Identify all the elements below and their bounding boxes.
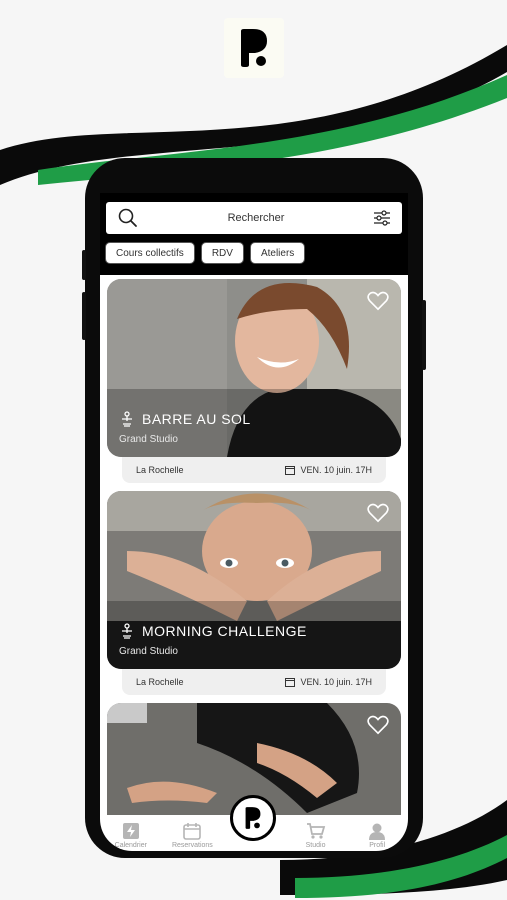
cart-icon <box>306 823 325 839</box>
brand-logo-icon <box>241 29 267 67</box>
course-date: VEN. 10 juin. 17H <box>300 677 372 687</box>
phone-side-button <box>82 250 86 280</box>
tab-label: Calendrier <box>114 842 147 849</box>
course-title: BARRE AU SOL <box>142 411 251 427</box>
tab-label: Reservations <box>171 842 213 849</box>
favorite-heart-icon[interactable] <box>367 291 389 311</box>
course-card-image[interactable]: BARRE AU SOL Grand Studio <box>107 279 401 457</box>
course-info-bar: La Rochelle VEN. 10 juin. 17H <box>122 669 386 695</box>
tab-studio[interactable]: Studio <box>290 822 342 849</box>
brand-logo-icon <box>245 807 261 829</box>
course-date: VEN. 10 juin. 17H <box>300 465 372 475</box>
search-bar[interactable]: Rechercher <box>106 202 402 234</box>
phone-side-button <box>422 300 426 370</box>
filter-chip-ateliers[interactable]: Ateliers <box>249 242 306 264</box>
course-photo <box>107 491 401 669</box>
course-studio: Grand Studio <box>119 646 178 657</box>
bottom-tab-bar: Calendrier Reservations Studio Profil <box>100 795 408 851</box>
yoga-pose-icon <box>122 623 132 639</box>
user-icon <box>369 823 386 840</box>
app-screen: Rechercher Cours collectifs RDV Ateliers <box>100 193 408 851</box>
search-input[interactable]: Rechercher <box>140 212 372 224</box>
phone-side-button <box>82 292 86 340</box>
filter-chips: Cours collectifs RDV Ateliers <box>105 242 306 264</box>
filter-settings-icon[interactable] <box>372 208 392 228</box>
course-card[interactable]: MORNING CHALLENGE Grand Studio La Rochel… <box>107 491 401 695</box>
course-title-row: BARRE AU SOL <box>119 411 251 427</box>
tab-calendrier[interactable]: Calendrier <box>105 822 157 849</box>
course-date-row: VEN. 10 juin. 17H <box>285 465 372 475</box>
course-title: MORNING CHALLENGE <box>142 623 307 639</box>
course-date-row: VEN. 10 juin. 17H <box>285 677 372 687</box>
search-icon[interactable] <box>116 206 140 230</box>
home-logo-button[interactable] <box>230 795 276 841</box>
calendar-icon <box>285 466 296 475</box>
lightning-icon <box>122 823 139 839</box>
course-card-image[interactable]: MORNING CHALLENGE Grand Studio <box>107 491 401 669</box>
tab-label: Studio <box>305 842 326 849</box>
filter-chip-cours-collectifs[interactable]: Cours collectifs <box>105 242 195 264</box>
course-info-bar: La Rochelle VEN. 10 juin. 17H <box>122 457 386 483</box>
course-location: La Rochelle <box>136 677 184 687</box>
course-studio: Grand Studio <box>119 434 178 445</box>
calendar-icon <box>183 823 202 840</box>
tab-reservations[interactable]: Reservations <box>166 822 218 849</box>
favorite-heart-icon[interactable] <box>367 715 389 735</box>
favorite-heart-icon[interactable] <box>367 503 389 523</box>
filter-chip-rdv[interactable]: RDV <box>200 242 244 264</box>
course-list[interactable]: BARRE AU SOL Grand Studio La Rochelle VE… <box>100 275 408 815</box>
calendar-icon <box>285 678 296 687</box>
yoga-pose-icon <box>122 411 132 427</box>
app-logo <box>224 18 284 78</box>
course-card[interactable]: BARRE AU SOL Grand Studio La Rochelle VE… <box>107 279 401 483</box>
course-photo <box>107 279 401 457</box>
course-location: La Rochelle <box>136 465 184 475</box>
tab-label: Profil <box>369 842 386 849</box>
tab-profil[interactable]: Profil <box>351 822 403 849</box>
course-title-row: MORNING CHALLENGE <box>119 623 307 639</box>
